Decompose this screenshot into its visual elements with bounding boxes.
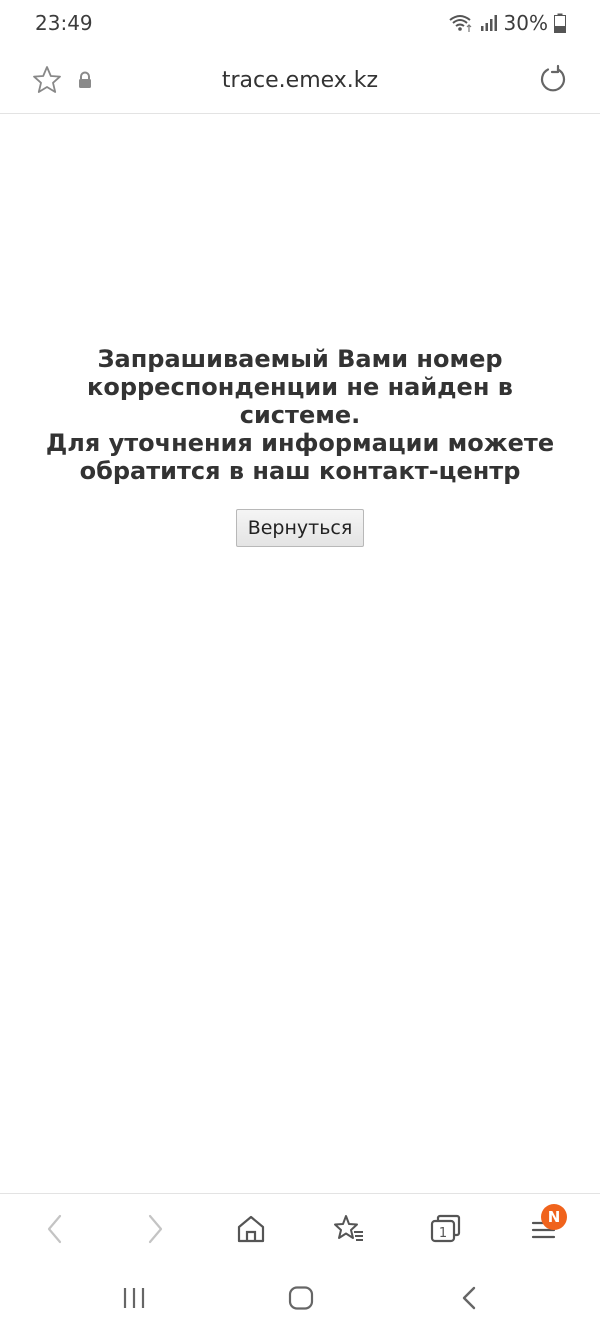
message-line: обратится в наш контакт-центр	[79, 457, 521, 485]
tabs-icon[interactable]: 1	[429, 1212, 463, 1246]
forward-icon[interactable]	[142, 1212, 168, 1246]
clock: 23:49	[35, 11, 93, 35]
home-icon[interactable]	[236, 1212, 266, 1246]
back-nav-icon[interactable]	[458, 1286, 482, 1310]
back-icon[interactable]	[42, 1212, 68, 1246]
home-button-icon[interactable]	[287, 1286, 315, 1310]
battery-icon	[554, 13, 566, 33]
url-text[interactable]: trace.emex.kz	[0, 68, 600, 93]
menu-notification-badge: N	[541, 1204, 567, 1230]
status-icons: 30%	[448, 11, 566, 35]
message-line: Запрашиваемый Вами номер	[97, 345, 503, 373]
system-nav-bar	[0, 1262, 600, 1332]
browser-screen: 23:49 30% trace.emex.kz Запрашиваемый Ва…	[0, 0, 600, 1332]
error-message: Запрашиваемый Вами номер корреспонденции…	[0, 345, 600, 485]
error-content: Запрашиваемый Вами номер корреспонденции…	[0, 345, 600, 547]
status-bar: 23:49 30%	[0, 0, 600, 46]
battery-percent: 30%	[503, 11, 548, 35]
browser-toolbar: 1	[0, 1193, 600, 1261]
message-line: корреспонденции не найден в системе.	[87, 373, 513, 429]
message-line: Для уточнения информации можете	[45, 429, 555, 457]
reload-icon[interactable]	[538, 64, 568, 94]
back-button[interactable]: Вернуться	[235, 509, 365, 547]
tabs-count: 1	[439, 1226, 447, 1241]
wifi-icon	[448, 15, 471, 32]
bookmarks-icon[interactable]	[332, 1212, 366, 1246]
url-bar: trace.emex.kz	[0, 46, 600, 114]
recent-apps-icon[interactable]	[120, 1286, 148, 1310]
signal-icon	[480, 15, 497, 31]
